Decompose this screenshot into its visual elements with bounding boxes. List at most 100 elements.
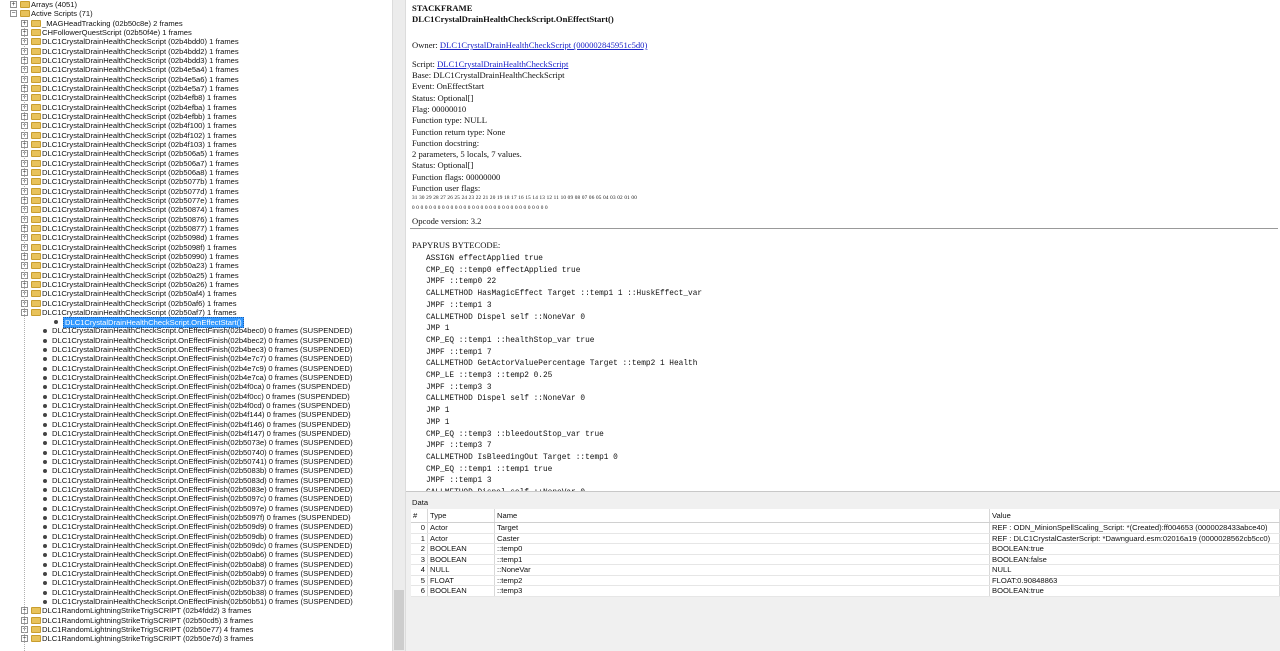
- tree-leaf-item[interactable]: DLC1CrystalDrainHealthCheckScript.OnEffe…: [0, 317, 392, 329]
- tree-leaf-item[interactable]: DLC1CrystalDrainHealthCheckScript.OnEffe…: [0, 532, 392, 541]
- tree-folder-item[interactable]: + DLC1RandomLightningStrikeTrigSCRIPT (02…: [0, 634, 392, 643]
- tree-item-label: DLC1CrystalDrainHealthCheckScript (02b4e…: [42, 111, 237, 121]
- tree-leaf-item[interactable]: DLC1CrystalDrainHealthCheckScript.OnEffe…: [0, 438, 392, 447]
- tree-folder-item[interactable]: + DLC1CrystalDrainHealthCheckScript (02b5…: [0, 252, 392, 261]
- tree-leaf-item[interactable]: DLC1CrystalDrainHealthCheckScript.OnEffe…: [0, 448, 392, 457]
- tree-folder-item[interactable]: + DLC1CrystalDrainHealthCheckScript (02b4…: [0, 103, 392, 112]
- tree-folder-item[interactable]: + DLC1CrystalDrainHealthCheckScript (02b5…: [0, 205, 392, 214]
- tree-scrollbar[interactable]: [392, 0, 406, 651]
- tree-leaf-item[interactable]: DLC1CrystalDrainHealthCheckScript.OnEffe…: [0, 513, 392, 522]
- tree-folder-item[interactable]: + DLC1CrystalDrainHealthCheckScript (02b5…: [0, 289, 392, 298]
- col-type[interactable]: Type: [427, 509, 495, 523]
- folder-icon: [31, 38, 41, 46]
- tree-leaf-item[interactable]: DLC1CrystalDrainHealthCheckScript.OnEffe…: [0, 345, 392, 354]
- tree-folder-item[interactable]: + DLC1CrystalDrainHealthCheckScript (02b5…: [0, 280, 392, 289]
- tree-leaf-item[interactable]: DLC1CrystalDrainHealthCheckScript.OnEffe…: [0, 354, 392, 363]
- tree-folder-item[interactable]: + DLC1CrystalDrainHealthCheckScript (02b4…: [0, 140, 392, 149]
- data-table-row[interactable]: 2 BOOLEAN::temp0 BOOLEAN:true: [411, 543, 1280, 555]
- data-table-row[interactable]: 4 NULL::NoneVar NULL: [411, 564, 1280, 576]
- tree-folder-item[interactable]: + DLC1CrystalDrainHealthCheckScript (02b5…: [0, 177, 392, 186]
- tree-folder-item[interactable]: + DLC1CrystalDrainHealthCheckScript (02b5…: [0, 215, 392, 224]
- tree-folder-item[interactable]: + CHFollowerQuestScript (02b50f4e) 1 fram…: [0, 28, 392, 37]
- data-table-row[interactable]: 5 FLOAT::temp2 FLOAT:0.90848863: [411, 575, 1280, 586]
- tree-folder-item[interactable]: + DLC1CrystalDrainHealthCheckScript (02b5…: [0, 187, 392, 196]
- tree-folder-item[interactable]: + _MAGHeadTracking (02b50c8e) 2 frames: [0, 19, 392, 28]
- expand-icon[interactable]: +: [10, 1, 17, 8]
- tree-folder-item[interactable]: + DLC1CrystalDrainHealthCheckScript (02b5…: [0, 233, 392, 242]
- tree-folder-item[interactable]: + DLC1CrystalDrainHealthCheckScript (02b4…: [0, 93, 392, 102]
- bits-header: 31 30 29 28 27 26 25 24 23 22 21 20 19 1…: [412, 195, 638, 201]
- tree-leaf-item[interactable]: DLC1CrystalDrainHealthCheckScript.OnEffe…: [0, 429, 392, 438]
- tree-leaf-item[interactable]: DLC1CrystalDrainHealthCheckScript.OnEffe…: [0, 476, 392, 485]
- tree-folder-item[interactable]: + DLC1RandomLightningStrikeTrigSCRIPT (02…: [0, 625, 392, 634]
- tree-item-label: DLC1CrystalDrainHealthCheckScript (02b50…: [42, 205, 239, 215]
- tree-leaf-item[interactable]: DLC1CrystalDrainHealthCheckScript.OnEffe…: [0, 420, 392, 429]
- tree-folder-item[interactable]: + DLC1CrystalDrainHealthCheckScript (02b5…: [0, 168, 392, 177]
- tree-folder-item[interactable]: + DLC1CrystalDrainHealthCheckScript (02b5…: [0, 299, 392, 308]
- tree-leaf-item[interactable]: DLC1CrystalDrainHealthCheckScript.OnEffe…: [0, 485, 392, 494]
- tree-leaf-item[interactable]: DLC1CrystalDrainHealthCheckScript.OnEffe…: [0, 550, 392, 559]
- collapse-icon[interactable]: −: [10, 10, 17, 18]
- folder-icon: [31, 215, 41, 223]
- tree-leaf-item[interactable]: DLC1CrystalDrainHealthCheckScript.OnEffe…: [0, 560, 392, 569]
- tree-leaf-item[interactable]: DLC1CrystalDrainHealthCheckScript.OnEffe…: [0, 373, 392, 382]
- tree-folder-item[interactable]: + DLC1CrystalDrainHealthCheckScript (02b4…: [0, 75, 392, 84]
- tree-folder-item[interactable]: + DLC1CrystalDrainHealthCheckScript (02b5…: [0, 149, 392, 158]
- tree-folder-item[interactable]: + DLC1CrystalDrainHealthCheckScript (02b4…: [0, 47, 392, 56]
- col-index[interactable]: #: [411, 509, 428, 523]
- tree-folder-item[interactable]: + DLC1RandomLightningStrikeTrigSCRIPT (02…: [0, 616, 392, 625]
- tree-leaf-item[interactable]: DLC1CrystalDrainHealthCheckScript.OnEffe…: [0, 569, 392, 578]
- tree-folder-item[interactable]: + DLC1CrystalDrainHealthCheckScript (02b5…: [0, 261, 392, 270]
- tree-leaf-item[interactable]: DLC1CrystalDrainHealthCheckScript.OnEffe…: [0, 541, 392, 550]
- tree-leaf-item[interactable]: DLC1CrystalDrainHealthCheckScript.OnEffe…: [0, 578, 392, 587]
- tree-folder-item[interactable]: + DLC1CrystalDrainHealthCheckScript (02b4…: [0, 84, 392, 93]
- tree-leaf-item[interactable]: DLC1CrystalDrainHealthCheckScript.OnEffe…: [0, 494, 392, 503]
- col-name[interactable]: Name: [494, 509, 990, 523]
- data-table-row[interactable]: 0 Actor Target REF : ODN_MinionSpellScaling…: [411, 522, 1280, 534]
- tree-leaf-item[interactable]: DLC1CrystalDrainHealthCheckScript.OnEffe…: [0, 457, 392, 466]
- tree-leaf-item[interactable]: DLC1CrystalDrainHealthCheckScript.OnEffe…: [0, 597, 392, 606]
- owner-link[interactable]: DLC1CrystalDrainHealthCheckScript (00000…: [440, 40, 647, 50]
- tree-folder-item[interactable]: + DLC1CrystalDrainHealthCheckScript (02b5…: [0, 196, 392, 205]
- col-value[interactable]: Value: [989, 509, 1280, 523]
- data-table-row[interactable]: 1 Actor Caster REF : DLC1CrystalCasterScrip…: [411, 533, 1280, 544]
- tree-scrollbar-thumb[interactable]: [394, 590, 404, 650]
- tree-leaf-item[interactable]: DLC1CrystalDrainHealthCheckScript.OnEffe…: [0, 364, 392, 373]
- script-link[interactable]: DLC1CrystalDrainHealthCheckScript: [437, 59, 568, 69]
- tree-folder-item[interactable]: − Active Scripts (71): [0, 9, 392, 18]
- folder-icon: [31, 290, 41, 298]
- tree-folder-item[interactable]: + DLC1CrystalDrainHealthCheckScript (02b4…: [0, 131, 392, 140]
- tree-folder-item[interactable]: + DLC1CrystalDrainHealthCheckScript (02b5…: [0, 159, 392, 168]
- bullet-icon: [43, 376, 47, 381]
- owner-line: Owner: DLC1CrystalDrainHealthCheckScript…: [412, 40, 647, 50]
- doc-divider: [410, 228, 1278, 229]
- tree-leaf-item[interactable]: DLC1CrystalDrainHealthCheckScript.OnEffe…: [0, 382, 392, 391]
- tree-folder-item[interactable]: + DLC1CrystalDrainHealthCheckScript (02b4…: [0, 37, 392, 46]
- folder-icon: [31, 122, 41, 130]
- tree-folder-item[interactable]: + DLC1CrystalDrainHealthCheckScript (02b5…: [0, 243, 392, 252]
- tree-folder-item[interactable]: + Arrays (4051): [0, 0, 392, 9]
- tree-folder-item[interactable]: + DLC1CrystalDrainHealthCheckScript (02b5…: [0, 224, 392, 233]
- tree-folder-item[interactable]: + DLC1CrystalDrainHealthCheckScript (02b4…: [0, 56, 392, 65]
- tree-folder-item[interactable]: + DLC1CrystalDrainHealthCheckScript (02b4…: [0, 112, 392, 121]
- tree-leaf-item[interactable]: DLC1CrystalDrainHealthCheckScript.OnEffe…: [0, 588, 392, 597]
- bullet-icon: [43, 469, 47, 474]
- tree-leaf-item[interactable]: DLC1CrystalDrainHealthCheckScript.OnEffe…: [0, 466, 392, 475]
- tree-item-label: DLC1CrystalDrainHealthCheckScript.OnEffe…: [52, 550, 353, 560]
- tree-leaf-item[interactable]: DLC1CrystalDrainHealthCheckScript.OnEffe…: [0, 392, 392, 401]
- row-value: REF : ODN_MinionSpellScaling_Script: *(C…: [989, 522, 1280, 534]
- tree-folder-item[interactable]: + DLC1RandomLightningStrikeTrigSCRIPT (02…: [0, 606, 392, 615]
- doc-info-line: Base: DLC1CrystalDrainHealthCheckScript: [412, 70, 565, 80]
- data-table-row[interactable]: 3 BOOLEAN::temp1 BOOLEAN:false: [411, 554, 1280, 565]
- tree-folder-item[interactable]: + DLC1CrystalDrainHealthCheckScript (02b4…: [0, 65, 392, 74]
- tree-leaf-item[interactable]: DLC1CrystalDrainHealthCheckScript.OnEffe…: [0, 326, 392, 335]
- tree-leaf-item[interactable]: DLC1CrystalDrainHealthCheckScript.OnEffe…: [0, 504, 392, 513]
- tree-folder-item[interactable]: + DLC1CrystalDrainHealthCheckScript (02b5…: [0, 271, 392, 280]
- tree-leaf-item[interactable]: DLC1CrystalDrainHealthCheckScript.OnEffe…: [0, 410, 392, 419]
- tree-leaf-item[interactable]: DLC1CrystalDrainHealthCheckScript.OnEffe…: [0, 401, 392, 410]
- tree-leaf-item[interactable]: DLC1CrystalDrainHealthCheckScript.OnEffe…: [0, 336, 392, 345]
- tree-leaf-item[interactable]: DLC1CrystalDrainHealthCheckScript.OnEffe…: [0, 522, 392, 531]
- data-table-row[interactable]: 6 BOOLEAN::temp3 BOOLEAN:true: [411, 585, 1280, 597]
- tree-folder-item[interactable]: + DLC1CrystalDrainHealthCheckScript (02b4…: [0, 121, 392, 130]
- tree-folder-item[interactable]: − DLC1CrystalDrainHealthCheckScript (02b5…: [0, 308, 392, 317]
